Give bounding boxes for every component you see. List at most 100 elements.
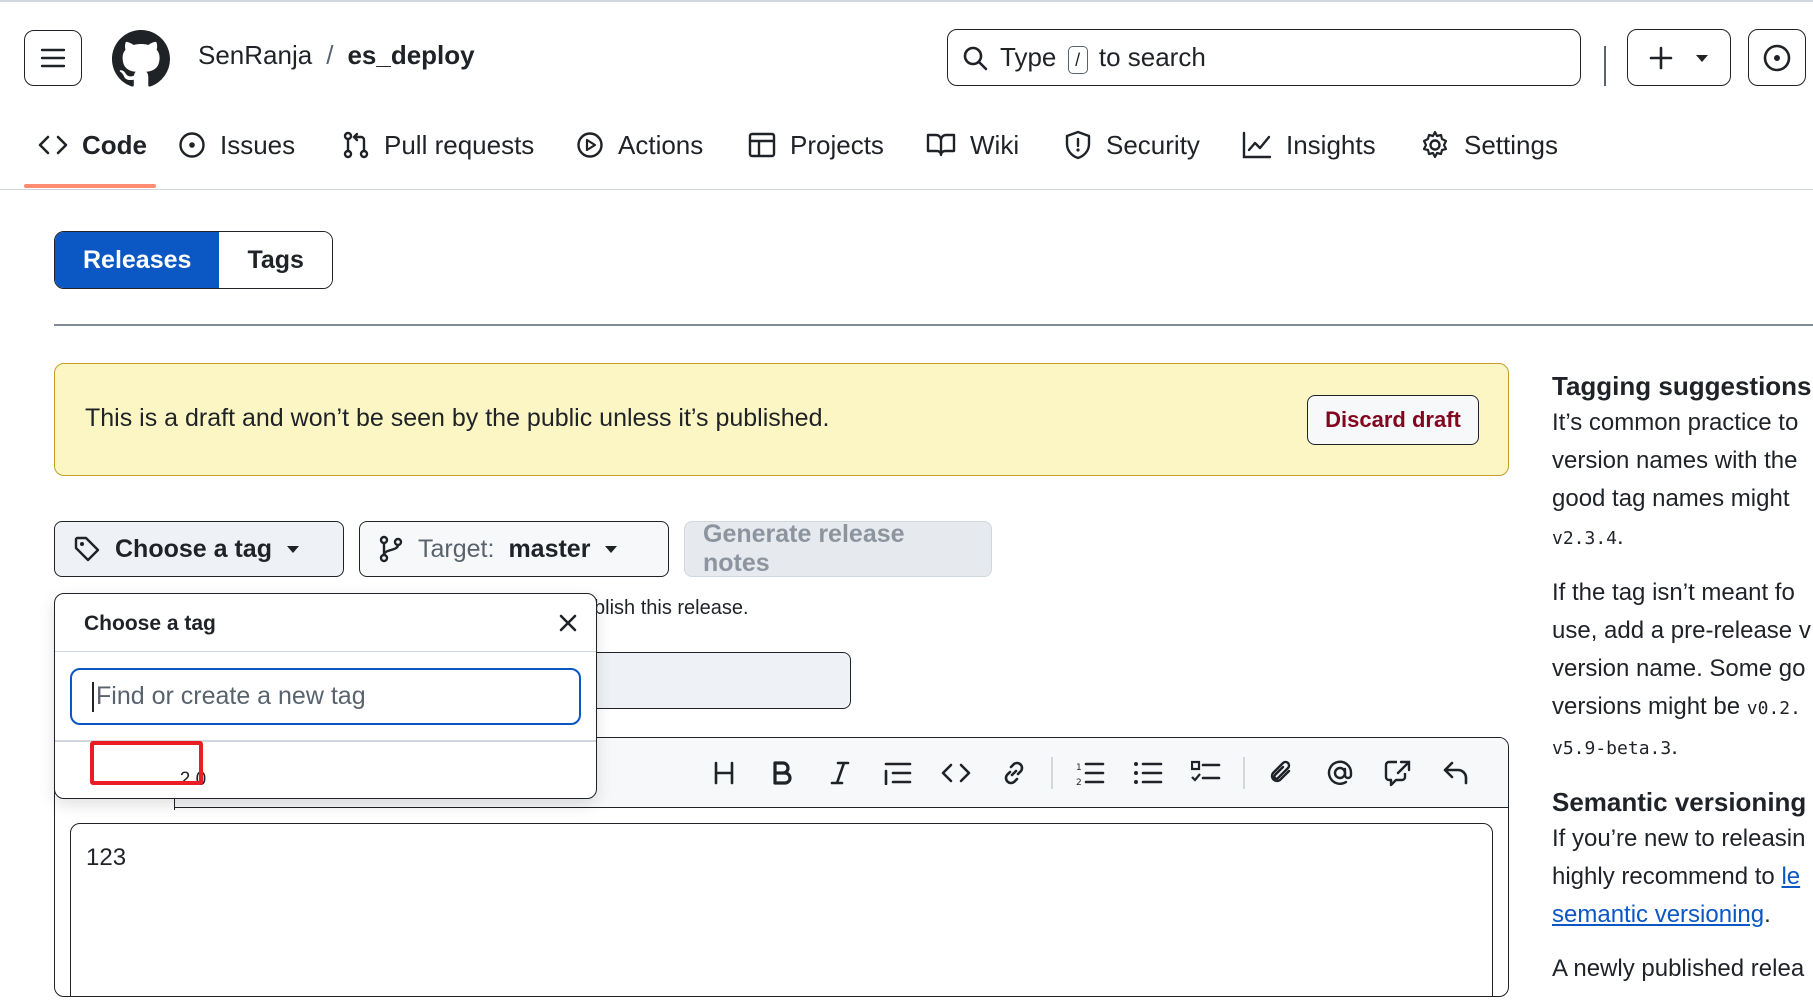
github-logo-icon[interactable]: [112, 30, 170, 88]
sidebar-p4-line1: A newly published relea: [1552, 955, 1805, 982]
target-label: Target:: [418, 534, 495, 563]
search-shortcut-key: /: [1067, 45, 1088, 74]
mention-button[interactable]: [1311, 744, 1369, 802]
mention-icon: [1327, 760, 1353, 785]
undo-button[interactable]: [1427, 744, 1485, 802]
bold-button[interactable]: [753, 744, 811, 802]
breadcrumb-separator: /: [326, 40, 334, 70]
tab-settings-label: Settings: [1464, 129, 1558, 160]
search-prefix: Type: [1000, 41, 1057, 72]
tab-security-label: Security: [1106, 129, 1200, 160]
code-button[interactable]: [927, 744, 985, 802]
tag-icon: [74, 536, 100, 562]
hamburger-icon: [40, 48, 66, 68]
generate-release-notes-button[interactable]: Generate release notes: [684, 520, 992, 577]
repo-name-link[interactable]: es_deploy: [347, 40, 474, 71]
tab-wiki[interactable]: Wiki: [926, 110, 1019, 180]
target-branch-button[interactable]: Target: master: [359, 521, 669, 577]
create-new-button[interactable]: [1627, 29, 1731, 86]
tab-actions-label: Actions: [618, 129, 704, 160]
code-icon: [38, 135, 68, 155]
discard-draft-button[interactable]: Discard draft: [1307, 395, 1479, 445]
paperclip-icon: [1270, 760, 1291, 783]
play-icon: [577, 132, 603, 158]
toolbar-separator: [1243, 757, 1245, 789]
tag-search-placeholder: Find or create a new tag: [96, 682, 366, 710]
branch-icon: [379, 535, 403, 563]
task-list-button[interactable]: [1177, 744, 1235, 802]
tab-settings[interactable]: Settings: [1420, 110, 1558, 180]
sidebar-p1-line2: version names with the: [1552, 447, 1798, 474]
plus-icon: [1649, 46, 1673, 69]
link-icon: [1004, 761, 1024, 785]
issues-shortcut-button[interactable]: [1748, 29, 1806, 86]
sidebar-code-example-3: v5.9-beta.3: [1552, 738, 1672, 759]
tab-projects[interactable]: Projects: [748, 110, 884, 180]
semantic-versioning-link[interactable]: semantic versioning: [1552, 901, 1764, 928]
issue-icon: [179, 132, 205, 158]
menu-button[interactable]: [24, 30, 82, 86]
search-placeholder: Type / to search: [1000, 42, 1206, 74]
tag-hint-text: blish this release.: [594, 597, 749, 619]
markdown-toolbar: 12: [695, 738, 1485, 808]
active-tab-indicator: [24, 184, 156, 188]
sidebar-paragraph-1: It’s common practice to version names wi…: [1552, 409, 1799, 550]
sidebar-p2-line2: use, add a pre-release v: [1552, 617, 1811, 644]
caret-down-icon: [1696, 54, 1708, 62]
reply-icon: [1443, 761, 1468, 785]
releases-tab[interactable]: Releases: [55, 232, 220, 288]
header-divider: [1604, 46, 1606, 86]
tab-pull-requests[interactable]: Pull requests: [342, 110, 534, 180]
tab-code-label: Code: [82, 129, 147, 160]
tab-actions[interactable]: Actions: [576, 110, 703, 180]
tab-code[interactable]: Code: [38, 110, 147, 180]
heading-button[interactable]: [695, 744, 753, 802]
learn-link[interactable]: le: [1781, 863, 1800, 890]
sidebar-paragraph-2: If the tag isn’t meant fo use, add a pre…: [1552, 579, 1811, 760]
tab-security[interactable]: Security: [1064, 110, 1200, 180]
sidebar-p3-line1: If you’re new to releasin: [1552, 825, 1806, 852]
svg-text:2: 2: [1076, 778, 1082, 786]
task-list-icon: [1191, 760, 1221, 782]
search-suffix: to search: [1098, 41, 1206, 72]
sidebar-p2-line1: If the tag isn’t meant fo: [1552, 579, 1795, 606]
quote-button[interactable]: [869, 744, 927, 802]
italic-button[interactable]: [811, 744, 869, 802]
target-value: master: [508, 534, 591, 563]
breadcrumb: SenRanja / es_deploy: [198, 40, 475, 71]
close-popover-button[interactable]: [553, 608, 583, 638]
italic-icon: [830, 761, 850, 785]
table-icon: [748, 132, 776, 158]
heading-icon: [714, 761, 734, 785]
unordered-list-button[interactable]: [1119, 744, 1177, 802]
attach-button[interactable]: [1253, 744, 1311, 802]
sidebar-paragraph-4: A newly published relea: [1552, 950, 1813, 988]
search-icon: [963, 46, 988, 70]
tab-pull-requests-label: Pull requests: [384, 129, 535, 160]
release-notes-textarea[interactable]: 123: [70, 823, 1493, 996]
caret-down-icon: [286, 546, 299, 553]
reference-button[interactable]: [1369, 744, 1427, 802]
sidebar-heading-tagging: Tagging suggestions: [1552, 371, 1812, 401]
link-button[interactable]: [985, 744, 1043, 802]
graph-icon: [1242, 131, 1272, 159]
search-input[interactable]: Type / to search: [947, 29, 1581, 86]
tab-insights-label: Insights: [1286, 129, 1376, 160]
section-divider: [54, 324, 1813, 326]
sidebar-paragraph-3: If you’re new to releasin highly recomme…: [1552, 825, 1806, 928]
draft-banner-text: This is a draft and won’t be seen by the…: [85, 404, 830, 432]
tag-search-input[interactable]: Find or create a new tag: [70, 668, 581, 725]
choose-tag-button[interactable]: Choose a tag: [54, 521, 344, 577]
bold-icon: [773, 761, 792, 785]
tags-tab[interactable]: Tags: [219, 232, 332, 288]
shield-icon: [1065, 130, 1091, 160]
repo-owner-link[interactable]: SenRanja: [198, 40, 312, 71]
tab-insights[interactable]: Insights: [1242, 110, 1376, 180]
tab-issues[interactable]: Issues: [178, 110, 295, 180]
choose-tag-label: Choose a tag: [115, 534, 272, 563]
ordered-list-button[interactable]: 12: [1061, 744, 1119, 802]
sidebar-p2-line4: versions might be: [1552, 693, 1741, 720]
sidebar-p1-line1: It’s common practice to: [1552, 409, 1799, 436]
top-border: [0, 0, 1813, 10]
popover-title: Choose a tag: [84, 612, 216, 635]
